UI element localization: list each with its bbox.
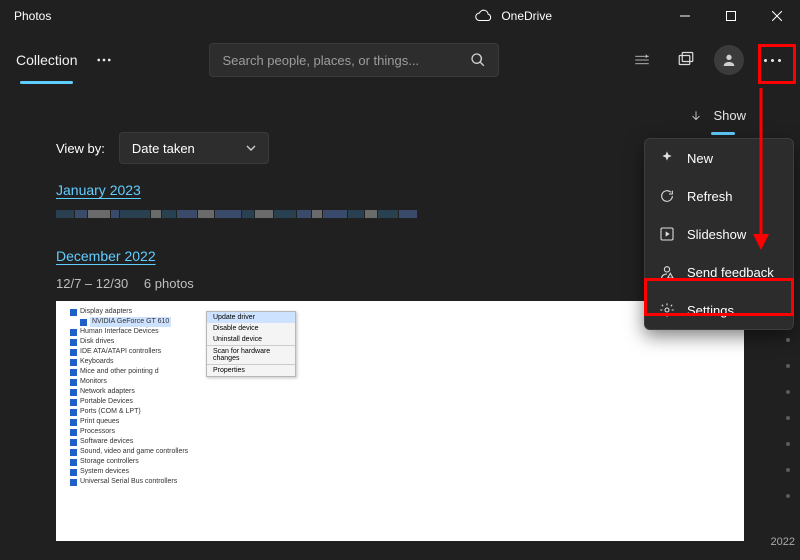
feedback-icon: [659, 264, 675, 280]
account-avatar[interactable]: [714, 45, 744, 75]
menu-refresh-label: Refresh: [687, 189, 733, 204]
photo-count: 6 photos: [144, 276, 194, 291]
photo-thumbnail[interactable]: Display adapters NVIDIA GeForce GT 610 H…: [56, 301, 744, 541]
menu-item-feedback[interactable]: Send feedback: [645, 253, 793, 291]
menu-feedback-label: Send feedback: [687, 265, 774, 280]
app-title: Photos: [14, 9, 51, 23]
person-icon: [721, 52, 737, 68]
titlebar: Photos OneDrive: [0, 0, 800, 32]
search-input[interactable]: Search people, places, or things...: [209, 43, 499, 77]
maximize-button[interactable]: [708, 0, 754, 32]
minimize-button[interactable]: [662, 0, 708, 32]
cloud-icon: [475, 7, 493, 25]
gear-icon: [659, 302, 675, 318]
date-range-text: 12/7 – 12/30: [56, 276, 128, 291]
tab-collection[interactable]: Collection: [12, 46, 81, 74]
onedrive-indicator[interactable]: OneDrive: [475, 7, 552, 25]
menu-item-new[interactable]: New: [645, 139, 793, 177]
main-toolbar: Collection Search people, places, or thi…: [0, 32, 800, 88]
play-icon: [659, 226, 675, 242]
see-more-button[interactable]: [754, 42, 790, 78]
sparkle-icon: [659, 150, 675, 166]
viewby-label: View by:: [56, 141, 105, 156]
menu-item-settings[interactable]: Settings: [645, 291, 793, 329]
onedrive-label: OneDrive: [501, 9, 552, 23]
timeline-year-label: 2022: [771, 536, 795, 548]
more-menu: New Refresh Slideshow Send feedback Sett…: [644, 138, 794, 330]
date-range: 12/7 – 12/30 6 photos: [56, 276, 744, 291]
search-placeholder: Search people, places, or things...: [222, 53, 419, 68]
refresh-icon: [659, 188, 675, 204]
show-label: Show: [713, 108, 746, 123]
month-thumbstrip-jan[interactable]: [56, 210, 744, 220]
search-icon: [470, 52, 486, 68]
menu-settings-label: Settings: [687, 303, 734, 318]
menu-slideshow-label: Slideshow: [687, 227, 746, 242]
filter-button[interactable]: [624, 42, 660, 78]
menu-item-refresh[interactable]: Refresh: [645, 177, 793, 215]
overflow-tabs-button[interactable]: [87, 43, 121, 77]
viewby-dropdown[interactable]: Date taken: [119, 132, 269, 164]
tab-collection-label: Collection: [16, 52, 77, 68]
menu-new-label: New: [687, 151, 713, 166]
timeline-scrubber[interactable]: [786, 338, 790, 498]
chevron-down-icon: [246, 143, 256, 153]
viewby-value: Date taken: [132, 141, 195, 156]
import-button[interactable]: [668, 42, 704, 78]
close-button[interactable]: [754, 0, 800, 32]
month-link-jan-2023[interactable]: January 2023: [56, 182, 141, 198]
show-button[interactable]: Show: [689, 108, 746, 123]
arrow-down-icon: [689, 109, 703, 123]
month-link-dec-2022[interactable]: December 2022: [56, 248, 156, 264]
menu-item-slideshow[interactable]: Slideshow: [645, 215, 793, 253]
